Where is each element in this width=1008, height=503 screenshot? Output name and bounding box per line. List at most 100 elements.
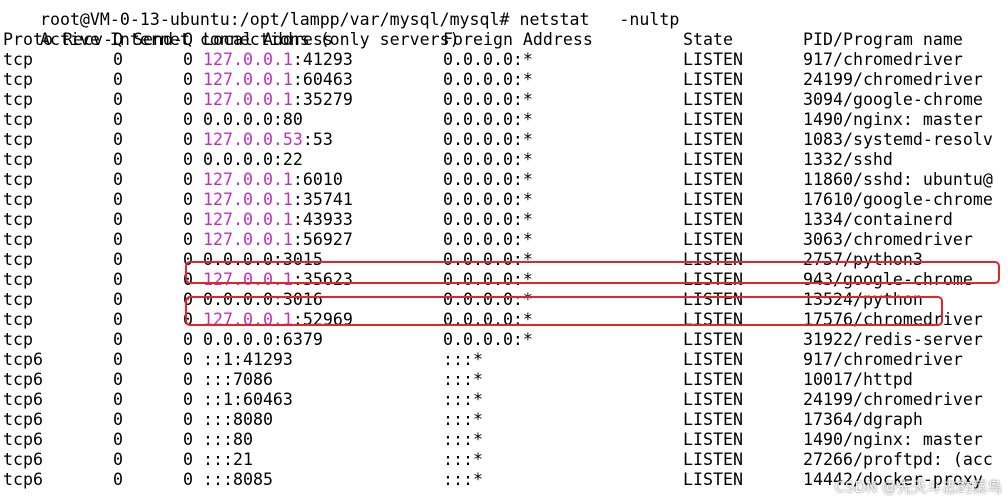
proto-cell: tcp6 — [3, 350, 43, 369]
proto-cell: tcp — [3, 170, 33, 189]
foreign-address-cell: 0.0.0.0:* — [443, 210, 533, 229]
foreign-address-cell: 0.0.0.0:* — [443, 50, 533, 69]
recv-q-cell: 0 — [113, 150, 123, 169]
table-row: tcp 0 0 0.0.0.0:* LISTEN 917/chromedriver 127.… — [0, 50, 1008, 70]
proto-cell: tcp — [3, 150, 33, 169]
pid-program-cell: 917/chromedriver — [803, 350, 963, 369]
local-address-cell: :::80 — [203, 430, 253, 450]
pid-program-cell: 1490/nginx: master — [803, 430, 983, 449]
header-send-q: Send-Q — [133, 30, 193, 49]
local-port: :60463 — [292, 70, 353, 89]
header-foreign-address: Foreign Address — [443, 30, 593, 49]
pid-program-cell: 1332/sshd — [803, 150, 893, 169]
foreign-address-cell: 0.0.0.0:* — [443, 310, 533, 329]
pid-program-cell: 943/google-chrome — [803, 270, 973, 289]
recv-q-cell: 0 — [113, 450, 123, 469]
foreign-address-cell: 0.0.0.0:* — [443, 150, 533, 169]
local-address-cell: 127.0.0.1:60463 — [203, 70, 353, 90]
send-q-cell: 0 — [183, 330, 193, 349]
send-q-cell: 0 — [183, 110, 193, 129]
pid-program-cell: 13524/python — [803, 290, 923, 309]
proto-cell: tcp6 — [3, 470, 43, 489]
loopback-ip: 127.0.0.1 — [203, 90, 293, 109]
terminal-output[interactable]: root@VM-0-13-ubuntu:/opt/lampp/var/mysql… — [0, 0, 1008, 490]
local-port: :52969 — [292, 310, 353, 329]
recv-q-cell: 0 — [113, 370, 123, 389]
foreign-address-cell: 0.0.0.0:* — [443, 230, 533, 249]
send-q-cell: 0 — [183, 430, 193, 449]
pid-program-cell: 17576/chromedriver — [803, 310, 983, 329]
recv-q-cell: 0 — [113, 270, 123, 289]
local-port: :56927 — [292, 230, 353, 249]
recv-q-cell: 0 — [113, 410, 123, 429]
table-row: tcp 0 0 0.0.0.0:* LISTEN 1490/nginx: master 0.… — [0, 110, 1008, 130]
local-address-cell: :::7086 — [203, 370, 273, 390]
proto-cell: tcp — [3, 130, 33, 149]
recv-q-cell: 0 — [113, 210, 123, 229]
header-recv-q: Recv-Q — [63, 30, 123, 49]
local-port: 0.0.0.0:6379 — [203, 330, 323, 349]
state-cell: LISTEN — [683, 70, 743, 89]
local-port: :53 — [302, 130, 333, 149]
recv-q-cell: 0 — [113, 430, 123, 449]
state-cell: LISTEN — [683, 390, 743, 409]
header-local-address: Local Address — [203, 30, 333, 49]
local-port: ::1:41293 — [203, 350, 293, 369]
recv-q-cell: 0 — [113, 50, 123, 69]
pid-program-cell: 10017/httpd — [803, 370, 913, 389]
send-q-cell: 0 — [183, 90, 193, 109]
table-row: tcp 0 0 0.0.0.0:* LISTEN 17576/chromedriver 12… — [0, 310, 1008, 330]
send-q-cell: 0 — [183, 270, 193, 289]
foreign-address-cell: 0.0.0.0:* — [443, 110, 533, 129]
send-q-cell: 0 — [183, 210, 193, 229]
local-port: 0.0.0.0:3016 — [203, 290, 323, 309]
foreign-address-cell: :::* — [443, 390, 483, 409]
send-q-cell: 0 — [183, 370, 193, 389]
send-q-cell: 0 — [183, 410, 193, 429]
foreign-address-cell: :::* — [443, 450, 483, 469]
local-address-cell: 127.0.0.1:35623 — [203, 270, 353, 290]
local-address-cell: 0.0.0.0:3016 — [203, 290, 323, 310]
local-port: :35741 — [292, 190, 353, 209]
state-cell: LISTEN — [683, 430, 743, 449]
recv-q-cell: 0 — [113, 310, 123, 329]
send-q-cell: 0 — [183, 150, 193, 169]
table-row: tcp 0 0 0.0.0.0:* LISTEN 13524/python 0.0.0.0:… — [0, 290, 1008, 310]
proto-cell: tcp — [3, 50, 33, 69]
state-cell: LISTEN — [683, 410, 743, 429]
proto-cell: tcp — [3, 250, 33, 269]
local-port: :35623 — [292, 270, 353, 289]
send-q-cell: 0 — [183, 390, 193, 409]
send-q-cell: 0 — [183, 250, 193, 269]
proto-cell: tcp — [3, 310, 33, 329]
table-row: tcp 0 0 0.0.0.0:* LISTEN 1083/systemd-resolv 1… — [0, 130, 1008, 150]
state-cell: LISTEN — [683, 90, 743, 109]
state-cell: LISTEN — [683, 450, 743, 469]
proto-cell: tcp — [3, 90, 33, 109]
loopback-ip: 127.0.0.53 — [203, 130, 303, 149]
local-address-cell: :::8085 — [203, 470, 273, 490]
state-cell: LISTEN — [683, 210, 743, 229]
recv-q-cell: 0 — [113, 110, 123, 129]
header-proto: Proto — [3, 30, 53, 49]
foreign-address-cell: :::* — [443, 350, 483, 369]
local-port: :41293 — [292, 50, 353, 69]
local-port: :::80 — [203, 430, 253, 449]
foreign-address-cell: :::* — [443, 410, 483, 429]
local-port: :6010 — [292, 170, 343, 189]
recv-q-cell: 0 — [113, 390, 123, 409]
state-cell: LISTEN — [683, 350, 743, 369]
state-cell: LISTEN — [683, 230, 743, 249]
recv-q-cell: 0 — [113, 250, 123, 269]
send-q-cell: 0 — [183, 350, 193, 369]
pid-program-cell: 17364/dgraph — [803, 410, 923, 429]
pid-program-cell: 3094/google-chrome — [803, 90, 983, 109]
state-cell: LISTEN — [683, 170, 743, 189]
foreign-address-cell: :::* — [443, 470, 483, 489]
foreign-address-cell: 0.0.0.0:* — [443, 170, 533, 189]
foreign-address-cell: :::* — [443, 430, 483, 449]
send-q-cell: 0 — [183, 50, 193, 69]
foreign-address-cell: 0.0.0.0:* — [443, 130, 533, 149]
foreign-address-cell: 0.0.0.0:* — [443, 190, 533, 209]
header-row: Proto Recv-Q Send-Q Local Address Foreig… — [0, 30, 1008, 50]
